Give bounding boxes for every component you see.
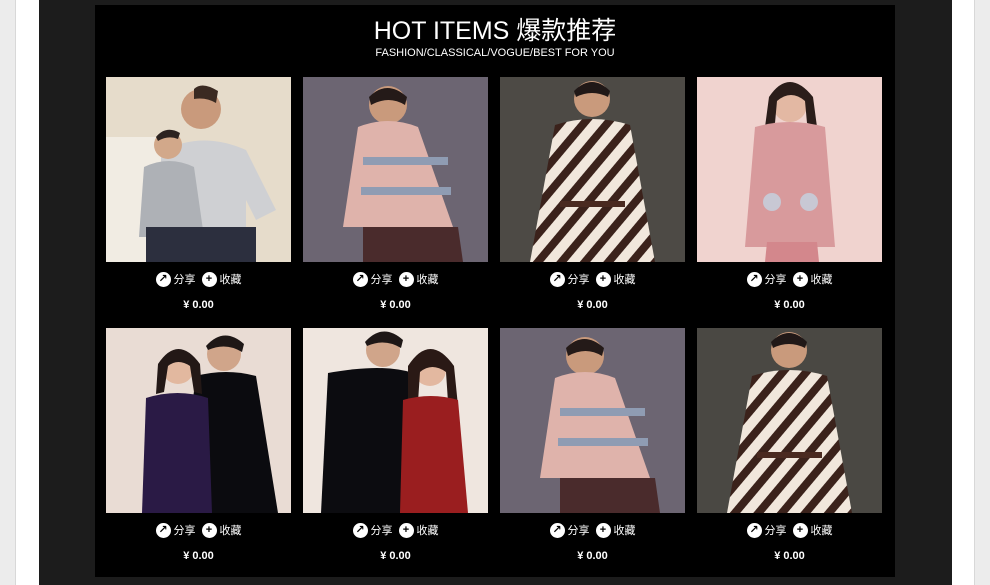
- share-button[interactable]: ↗ 分享: [746, 271, 787, 287]
- share-arrow-icon: ↗: [155, 271, 171, 287]
- product-photo[interactable]: [500, 328, 685, 513]
- product-actions: ↗ 分享 + 收藏: [106, 271, 291, 287]
- product-price: ¥ 0.00: [183, 299, 214, 311]
- product-actions: ↗ 分享 + 收藏: [697, 522, 882, 538]
- share-arrow-icon: ↗: [549, 271, 565, 287]
- favorite-button[interactable]: + 收藏: [201, 522, 242, 538]
- share-label: 分享: [764, 274, 787, 286]
- product-card[interactable]: ↗ 分享 + 收藏 ¥ 0.00: [303, 328, 488, 568]
- share-arrow-icon: ↗: [746, 522, 762, 538]
- section-title: HOT ITEMS 爆款推荐: [373, 17, 617, 45]
- product-card[interactable]: ↗ 分享 + 收藏 ¥ 0.00: [697, 328, 882, 568]
- share-button[interactable]: ↗ 分享: [352, 271, 393, 287]
- product-photo[interactable]: [697, 328, 882, 513]
- product-price: ¥ 0.00: [774, 550, 805, 562]
- product-price: ¥ 0.00: [183, 550, 214, 562]
- product-price: ¥ 0.00: [380, 550, 411, 562]
- product-photo[interactable]: [303, 328, 488, 513]
- plus-circle-icon: +: [398, 522, 414, 538]
- favorite-label: 收藏: [810, 274, 833, 286]
- product-photo[interactable]: [106, 77, 291, 262]
- favorite-label: 收藏: [613, 274, 636, 286]
- product-actions: ↗ 分享 + 收藏: [303, 271, 488, 287]
- favorite-button[interactable]: + 收藏: [792, 271, 833, 287]
- share-label: 分享: [370, 525, 393, 537]
- product-actions: ↗ 分享 + 收藏: [303, 522, 488, 538]
- favorite-button[interactable]: + 收藏: [792, 522, 833, 538]
- product-price: ¥ 0.00: [380, 299, 411, 311]
- favorite-button[interactable]: + 收藏: [398, 271, 439, 287]
- share-label: 分享: [173, 525, 196, 537]
- product-price: ¥ 0.00: [577, 299, 608, 311]
- favorite-label: 收藏: [613, 525, 636, 537]
- share-label: 分享: [567, 274, 590, 286]
- product-card[interactable]: ↗ 分享 + 收藏 ¥ 0.00: [303, 77, 488, 317]
- plus-circle-icon: +: [792, 522, 808, 538]
- product-photo[interactable]: [303, 77, 488, 262]
- favorite-button[interactable]: + 收藏: [595, 522, 636, 538]
- favorite-button[interactable]: + 收藏: [201, 271, 242, 287]
- plus-circle-icon: +: [792, 271, 808, 287]
- plus-circle-icon: +: [595, 271, 611, 287]
- favorite-label: 收藏: [219, 274, 242, 286]
- share-arrow-icon: ↗: [549, 522, 565, 538]
- share-button[interactable]: ↗ 分享: [549, 522, 590, 538]
- share-button[interactable]: ↗ 分享: [155, 522, 196, 538]
- product-actions: ↗ 分享 + 收藏: [500, 522, 685, 538]
- product-photo[interactable]: [697, 77, 882, 262]
- share-button[interactable]: ↗ 分享: [155, 271, 196, 287]
- share-button[interactable]: ↗ 分享: [352, 522, 393, 538]
- favorite-label: 收藏: [416, 274, 439, 286]
- product-photo[interactable]: [500, 77, 685, 262]
- product-card[interactable]: ↗ 分享 + 收藏 ¥ 0.00: [500, 328, 685, 568]
- product-photo[interactable]: [106, 328, 291, 513]
- section-subtitle: FASHION/CLASSICAL/VOGUE/BEST FOR YOU: [375, 47, 615, 59]
- share-label: 分享: [370, 274, 393, 286]
- hot-items-panel: HOT ITEMS 爆款推荐 FASHION/CLASSICAL/VOGUE/B…: [95, 5, 895, 577]
- favorite-label: 收藏: [810, 525, 833, 537]
- product-actions: ↗ 分享 + 收藏: [106, 522, 291, 538]
- share-label: 分享: [173, 274, 196, 286]
- product-price: ¥ 0.00: [774, 299, 805, 311]
- favorite-label: 收藏: [219, 525, 242, 537]
- share-arrow-icon: ↗: [352, 271, 368, 287]
- product-actions: ↗ 分享 + 收藏: [500, 271, 685, 287]
- favorite-button[interactable]: + 收藏: [398, 522, 439, 538]
- share-arrow-icon: ↗: [352, 522, 368, 538]
- share-arrow-icon: ↗: [155, 522, 171, 538]
- product-actions: ↗ 分享 + 收藏: [697, 271, 882, 287]
- product-card[interactable]: ↗ 分享 + 收藏 ¥ 0.00: [697, 77, 882, 317]
- share-button[interactable]: ↗ 分享: [549, 271, 590, 287]
- product-price: ¥ 0.00: [577, 550, 608, 562]
- share-button[interactable]: ↗ 分享: [746, 522, 787, 538]
- favorite-button[interactable]: + 收藏: [595, 271, 636, 287]
- product-card[interactable]: ↗ 分享 + 收藏 ¥ 0.00: [106, 77, 291, 317]
- plus-circle-icon: +: [398, 271, 414, 287]
- share-label: 分享: [567, 525, 590, 537]
- plus-circle-icon: +: [201, 522, 217, 538]
- share-arrow-icon: ↗: [746, 271, 762, 287]
- product-card[interactable]: ↗ 分享 + 收藏 ¥ 0.00: [500, 77, 685, 317]
- favorite-label: 收藏: [416, 525, 439, 537]
- plus-circle-icon: +: [595, 522, 611, 538]
- plus-circle-icon: +: [201, 271, 217, 287]
- share-label: 分享: [764, 525, 787, 537]
- product-card[interactable]: ↗ 分享 + 收藏 ¥ 0.00: [106, 328, 291, 568]
